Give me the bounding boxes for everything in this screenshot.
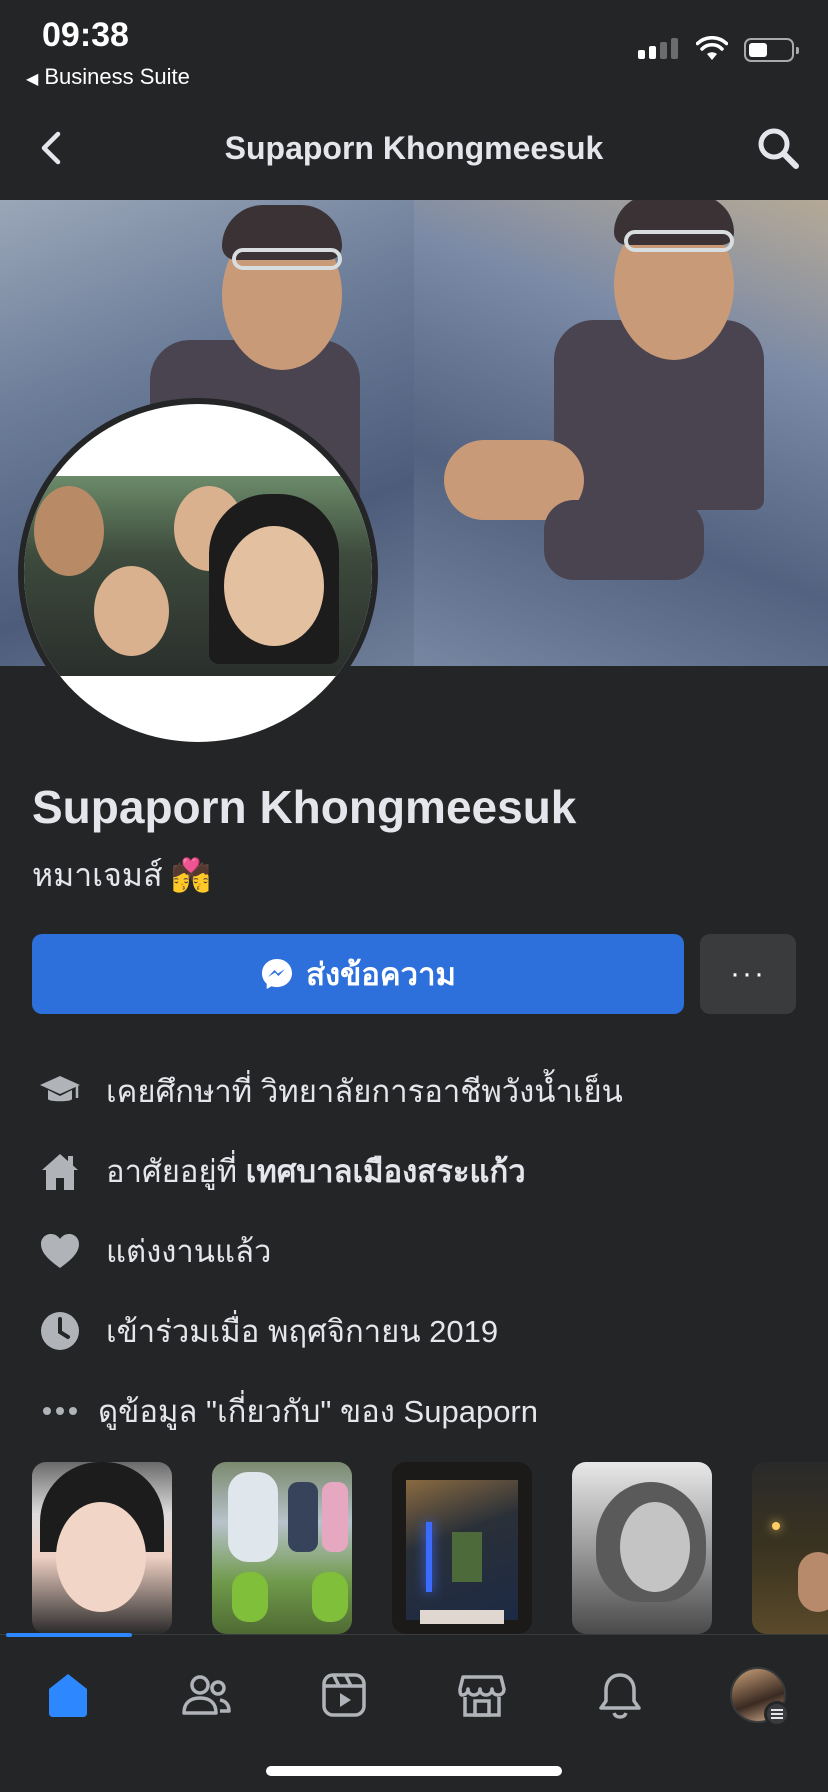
- tab-notifications[interactable]: [590, 1665, 650, 1725]
- info-joined: เข้าร่วมเมื่อ พฤศจิกายน 2019: [36, 1306, 498, 1356]
- watch-video-icon: [322, 1673, 366, 1717]
- friends-icon: [182, 1675, 231, 1715]
- tab-friends[interactable]: [176, 1665, 236, 1725]
- menu-avatar: [730, 1667, 790, 1727]
- status-time: 09:38: [42, 16, 129, 54]
- lives-prefix: อาศัยอยู่ที่: [106, 1154, 238, 1189]
- page-title: Supaporn Khongmeesuk: [224, 130, 604, 166]
- profile-name: Supaporn Khongmeesuk: [32, 781, 577, 833]
- see-about-label: ดูข้อมูล "เกี่ยวกับ" ของ Supaporn: [98, 1394, 538, 1429]
- tab-marketplace[interactable]: [452, 1665, 512, 1725]
- bell-icon: [599, 1673, 641, 1719]
- info-education: เคยศึกษาที่ วิทยาลัยการอาชีพวังน้ำเย็น: [36, 1066, 623, 1116]
- tab-home[interactable]: [38, 1665, 98, 1725]
- send-message-button[interactable]: ส่งข้อความ: [32, 934, 684, 1014]
- tab-menu[interactable]: [728, 1665, 790, 1727]
- home-tab-icon: [49, 1674, 87, 1717]
- relationship-status: แต่งงานแล้ว: [106, 1234, 272, 1269]
- profile-picture[interactable]: [18, 398, 378, 748]
- education-place[interactable]: วิทยาลัยการอาชีพวังน้ำเย็น: [261, 1066, 623, 1116]
- featured-photos: [32, 1462, 828, 1634]
- back-to-app-link[interactable]: ◀ Business Suite: [26, 64, 190, 90]
- back-app-label: Business Suite: [44, 64, 190, 89]
- info-relationship: แต่งงานแล้ว: [36, 1226, 271, 1276]
- profile-photo-image: [24, 476, 372, 676]
- heart-icon: [36, 1227, 84, 1275]
- featured-photo-1[interactable]: [32, 1462, 172, 1634]
- info-lives-in: อาศัยอยู่ที่ เทศบาลเมืองสระแก้ว: [36, 1146, 526, 1196]
- more-options-button[interactable]: ···: [700, 934, 796, 1014]
- ellipsis-icon: [36, 1387, 84, 1435]
- featured-photo-3[interactable]: [392, 1462, 532, 1634]
- wifi-icon: [696, 36, 728, 60]
- featured-photo-5[interactable]: [752, 1462, 828, 1634]
- featured-photo-2[interactable]: [212, 1462, 352, 1634]
- marketplace-store-icon: [458, 1675, 506, 1717]
- status-bar: 09:38 ◀ Business Suite: [0, 0, 828, 100]
- search-icon[interactable]: [754, 124, 802, 172]
- lives-place[interactable]: เทศบาลเมืองสระแก้ว: [246, 1146, 526, 1196]
- back-triangle-icon: ◀: [26, 71, 39, 88]
- active-tab-indicator: [6, 1633, 132, 1637]
- profile-nickname: หมาเจมส์ 💏: [32, 857, 212, 893]
- nav-header: Supaporn Khongmeesuk: [0, 100, 828, 200]
- signal-icon: [638, 38, 678, 59]
- battery-icon: [744, 38, 799, 62]
- clock-icon: [36, 1307, 84, 1355]
- cover-photo-right: [414, 200, 828, 666]
- education-prefix: เคยศึกษาที่: [106, 1074, 253, 1109]
- joined-date: เข้าร่วมเมื่อ พฤศจิกายน 2019: [106, 1314, 499, 1349]
- menu-badge-icon: [764, 1701, 790, 1727]
- tab-watch[interactable]: [314, 1665, 374, 1725]
- messenger-icon: [262, 959, 293, 989]
- home-icon: [36, 1147, 84, 1195]
- featured-photo-4[interactable]: [572, 1462, 712, 1634]
- see-about-link[interactable]: ดูข้อมูล "เกี่ยวกับ" ของ Supaporn: [36, 1386, 538, 1436]
- graduation-cap-icon: [36, 1067, 84, 1115]
- send-message-label: ส่งข้อความ: [306, 957, 456, 992]
- home-indicator[interactable]: [266, 1766, 562, 1776]
